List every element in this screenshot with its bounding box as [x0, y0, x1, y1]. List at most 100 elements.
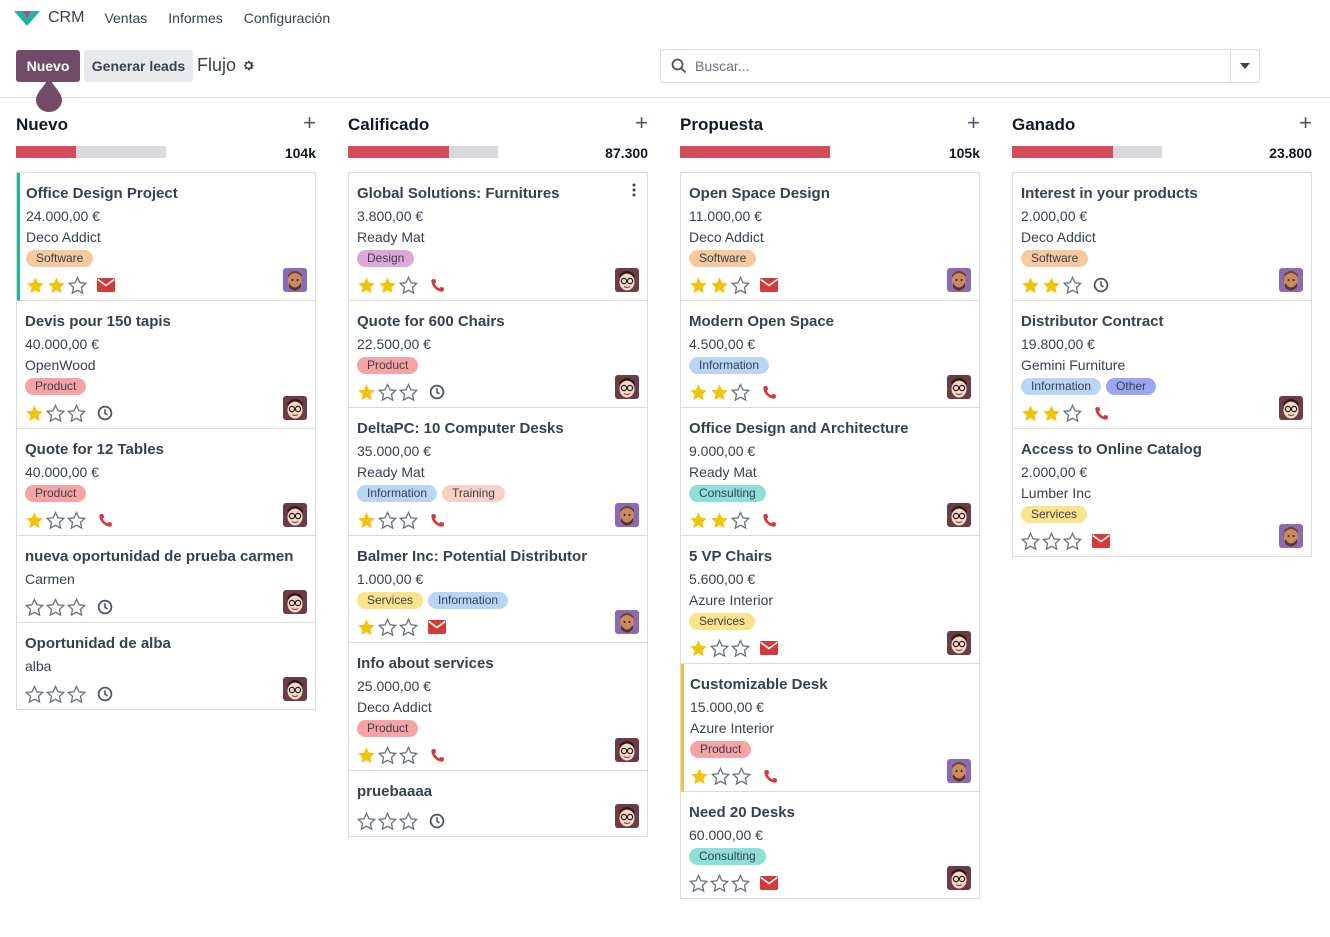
add-card-button[interactable]: +	[1299, 112, 1312, 134]
progress-bar-fill[interactable]	[1012, 146, 1113, 158]
star-empty-icon[interactable]	[378, 617, 397, 637]
star-empty-icon[interactable]	[731, 275, 750, 295]
avatar[interactable]	[1279, 396, 1303, 420]
star-empty-icon[interactable]	[67, 403, 86, 423]
star-empty-icon[interactable]	[689, 873, 708, 893]
gear-icon[interactable]	[242, 59, 255, 72]
salesperson-avatar[interactable]	[947, 866, 971, 890]
star-empty-icon[interactable]	[25, 684, 44, 704]
star-filled-icon[interactable]	[710, 276, 729, 295]
star-empty-icon[interactable]	[732, 766, 751, 786]
menu-configuracion[interactable]: Configuración	[244, 10, 330, 26]
star-empty-icon[interactable]	[67, 684, 86, 704]
avatar[interactable]	[615, 804, 639, 828]
avatar[interactable]	[947, 866, 971, 890]
opportunity-card[interactable]: Interest in your products 2.000,00 € Deco …	[1013, 173, 1311, 301]
activity-indicator[interactable]	[760, 383, 778, 401]
opportunity-card[interactable]: Need 20 Desks 60.000,00 € Consulting	[681, 792, 979, 898]
salesperson-avatar[interactable]	[947, 268, 971, 292]
opportunity-card[interactable]: 5 VP Chairs 5.600,00 € Azure Interior Servi…	[681, 536, 979, 664]
star-filled-icon[interactable]	[1042, 276, 1061, 295]
star-filled-icon[interactable]	[357, 618, 376, 637]
menu-informes[interactable]: Informes	[168, 10, 222, 26]
star-filled-icon[interactable]	[689, 276, 708, 295]
activity-indicator[interactable]	[760, 511, 778, 529]
activity-indicator[interactable]	[96, 598, 114, 616]
star-empty-icon[interactable]	[731, 510, 750, 530]
star-empty-icon[interactable]	[378, 745, 397, 765]
clock-icon[interactable]	[1093, 277, 1109, 293]
activity-indicator[interactable]	[96, 685, 114, 703]
avatar[interactable]	[615, 268, 639, 292]
avatar[interactable]	[283, 396, 307, 420]
opportunity-card[interactable]: Distributor Contract 19.800,00 € Gemini Fu…	[1013, 301, 1311, 429]
star-empty-icon[interactable]	[399, 510, 418, 530]
salesperson-avatar[interactable]	[615, 610, 639, 634]
star-empty-icon[interactable]	[1042, 531, 1061, 551]
salesperson-avatar[interactable]	[615, 503, 639, 527]
star-empty-icon[interactable]	[399, 617, 418, 637]
salesperson-avatar[interactable]	[283, 268, 307, 292]
activity-indicator[interactable]	[428, 812, 446, 830]
star-filled-icon[interactable]	[689, 383, 708, 402]
star-empty-icon[interactable]	[46, 403, 65, 423]
star-empty-icon[interactable]	[67, 597, 86, 617]
opportunity-card[interactable]: DeltaPC: 10 Computer Desks 35.000,00 € Rea…	[349, 408, 647, 536]
progress-bar[interactable]	[1012, 146, 1162, 158]
clock-icon[interactable]	[97, 686, 113, 702]
search-options-toggle[interactable]	[1230, 50, 1259, 82]
avatar[interactable]	[1279, 524, 1303, 548]
star-filled-icon[interactable]	[26, 276, 45, 295]
email-icon[interactable]	[760, 641, 778, 655]
kebab-menu-icon[interactable]	[631, 182, 637, 198]
salesperson-avatar[interactable]	[615, 804, 639, 828]
star-filled-icon[interactable]	[690, 767, 709, 786]
avatar[interactable]	[615, 610, 639, 634]
star-filled-icon[interactable]	[25, 511, 44, 530]
progress-bar[interactable]	[680, 146, 830, 158]
star-empty-icon[interactable]	[1063, 275, 1082, 295]
opportunity-card[interactable]: Info about services 25.000,00 € Deco Addic…	[349, 643, 647, 771]
star-empty-icon[interactable]	[399, 745, 418, 765]
salesperson-avatar[interactable]	[615, 738, 639, 762]
star-filled-icon[interactable]	[47, 276, 66, 295]
star-empty-icon[interactable]	[1063, 531, 1082, 551]
phone-icon[interactable]	[430, 748, 445, 763]
phone-icon[interactable]	[98, 513, 113, 528]
progress-bar-fill[interactable]	[680, 146, 830, 158]
star-filled-icon[interactable]	[357, 383, 376, 402]
clock-icon[interactable]	[97, 599, 113, 615]
salesperson-avatar[interactable]	[947, 631, 971, 655]
opportunity-card[interactable]: Devis pour 150 tapis 40.000,00 € OpenWood P…	[17, 301, 315, 429]
progress-bar-fill[interactable]	[348, 146, 449, 158]
star-empty-icon[interactable]	[399, 382, 418, 402]
avatar[interactable]	[947, 631, 971, 655]
star-filled-icon[interactable]	[357, 276, 376, 295]
star-empty-icon[interactable]	[711, 766, 730, 786]
star-empty-icon[interactable]	[710, 873, 729, 893]
opportunity-card[interactable]: nueva oportunidad de prueba carmen Carmen	[17, 536, 315, 623]
star-empty-icon[interactable]	[731, 873, 750, 893]
add-card-button[interactable]: +	[303, 112, 316, 134]
opportunity-card[interactable]: Office Design Project 24.000,00 € Deco Add…	[17, 173, 315, 301]
phone-icon[interactable]	[430, 278, 445, 293]
avatar[interactable]	[947, 759, 971, 783]
star-empty-icon[interactable]	[399, 811, 418, 831]
star-filled-icon[interactable]	[689, 511, 708, 530]
salesperson-avatar[interactable]	[1279, 524, 1303, 548]
avatar[interactable]	[947, 268, 971, 292]
phone-icon[interactable]	[762, 513, 777, 528]
star-empty-icon[interactable]	[46, 684, 65, 704]
star-empty-icon[interactable]	[1021, 531, 1040, 551]
progress-bar[interactable]	[348, 146, 498, 158]
star-empty-icon[interactable]	[378, 510, 397, 530]
salesperson-avatar[interactable]	[283, 590, 307, 614]
star-filled-icon[interactable]	[378, 276, 397, 295]
star-empty-icon[interactable]	[731, 382, 750, 402]
star-empty-icon[interactable]	[46, 597, 65, 617]
opportunity-card[interactable]: Open Space Design 11.000,00 € Deco Addict S…	[681, 173, 979, 301]
salesperson-avatar[interactable]	[1279, 268, 1303, 292]
salesperson-avatar[interactable]	[1279, 396, 1303, 420]
menu-ventas[interactable]: Ventas	[104, 10, 147, 26]
avatar[interactable]	[615, 738, 639, 762]
